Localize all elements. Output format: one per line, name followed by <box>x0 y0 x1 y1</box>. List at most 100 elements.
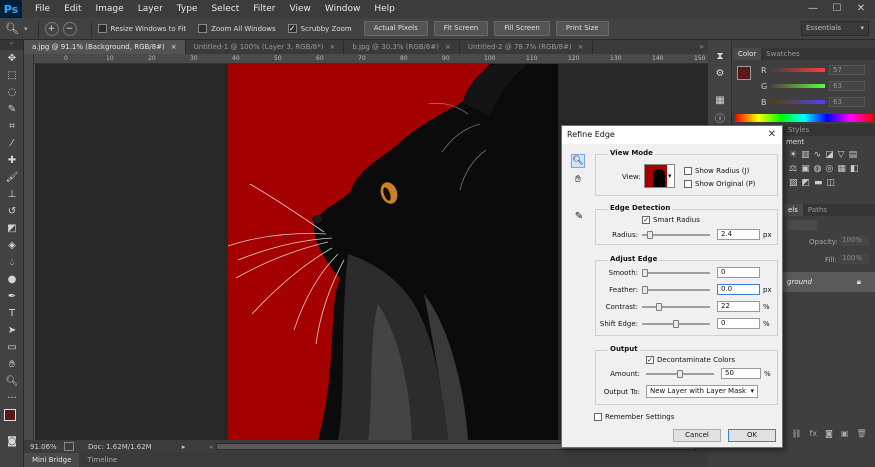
menu-window[interactable]: Window <box>318 0 368 18</box>
r-value[interactable]: 57 <box>829 65 865 75</box>
move-tool-icon[interactable]: ✥ <box>0 50 24 67</box>
amount-slider[interactable] <box>646 370 714 378</box>
mixer-icon[interactable]: ◎ <box>825 164 833 174</box>
bw-icon[interactable]: ▣ <box>801 164 810 174</box>
decontaminate-checkbox[interactable]: ✓ Decontaminate Colors <box>646 356 735 364</box>
color-spectrum[interactable] <box>735 114 873 122</box>
paint-bucket-tool-icon[interactable]: ◈ <box>0 237 24 254</box>
tab-swatches[interactable]: Swatches <box>761 48 804 60</box>
selective-color-icon[interactable]: ◫ <box>827 178 836 188</box>
b-value[interactable]: 63 <box>829 97 865 107</box>
close-icon[interactable]: × <box>578 40 584 54</box>
rectangle-tool-icon[interactable]: ▭ <box>0 339 24 356</box>
history-icon[interactable]: ⧗ <box>708 48 732 65</box>
view-mode-select[interactable]: ▾ <box>644 164 675 188</box>
workspace-select[interactable]: Essentials ▾ <box>801 21 869 36</box>
tab-document[interactable]: b.jpg @ 30.3% (RGB/8#) × <box>344 40 460 54</box>
eyedropper-tool-icon[interactable]: ⁄ <box>0 135 24 152</box>
tab-document[interactable]: Untitled-2 @ 78.7% (RGB/8#) × <box>460 40 593 54</box>
menu-filter[interactable]: Filter <box>246 0 282 18</box>
color-swatches[interactable] <box>0 407 23 433</box>
hue-icon[interactable]: ▤ <box>849 150 858 160</box>
g-value[interactable]: 63 <box>829 81 865 91</box>
smooth-slider[interactable] <box>642 269 710 277</box>
zoom-tool-icon[interactable]: 🔍︎ <box>0 373 24 390</box>
lookup-icon[interactable]: ▦ <box>837 164 846 174</box>
marquee-tool-icon[interactable]: ⬚ <box>0 67 24 84</box>
maximize-button[interactable]: ☐ <box>825 0 849 18</box>
horizontal-ruler[interactable]: 0 10 20 30 40 50 60 70 80 90 100 110 120 130 140 150 <box>34 54 708 64</box>
info-icon[interactable]: ⓘ <box>708 109 732 126</box>
zoom-in-icon[interactable]: + <box>44 21 59 36</box>
mini-bridge-tab[interactable]: Mini Bridge <box>24 453 80 467</box>
feather-field[interactable]: 0.0 <box>717 284 760 295</box>
smart-radius-checkbox[interactable]: ✓ Smart Radius <box>642 216 700 224</box>
hand-tool-icon[interactable]: ✋︎ <box>571 172 585 186</box>
tab-channels[interactable]: els <box>783 204 803 216</box>
print-size-button[interactable]: Print Size <box>555 21 609 36</box>
menu-layer[interactable]: Layer <box>131 0 170 18</box>
properties-icon[interactable]: ⚙︎ <box>708 65 732 82</box>
levels-icon[interactable]: ▥ <box>801 150 810 160</box>
scrubby-zoom-checkbox[interactable]: ✓ Scrubby Zoom <box>287 24 352 33</box>
color-balance-icon[interactable]: ⚖ <box>789 164 797 174</box>
curves-icon[interactable]: ∿ <box>814 150 822 160</box>
b-slider[interactable] <box>771 100 825 104</box>
clone-stamp-tool-icon[interactable]: ⊥ <box>0 186 24 203</box>
brush-presets-icon[interactable]: ▦ <box>708 92 732 109</box>
photo-filter-icon[interactable]: ◍ <box>814 164 822 174</box>
healing-brush-tool-icon[interactable]: ✚ <box>0 152 24 169</box>
status-menu-icon[interactable]: ▸ <box>182 443 186 451</box>
r-slider[interactable] <box>771 68 825 72</box>
slider-thumb[interactable] <box>677 370 683 378</box>
shift-edge-slider[interactable] <box>642 320 710 328</box>
zoom-out-icon[interactable]: − <box>62 21 77 36</box>
tab-styles[interactable]: Styles <box>783 124 814 136</box>
trash-icon[interactable]: 🗑︎ <box>856 429 866 438</box>
path-selection-tool-icon[interactable]: ➤ <box>0 322 24 339</box>
timeline-tab[interactable]: Timeline <box>79 453 125 467</box>
radius-field[interactable]: 2.4 <box>717 229 760 240</box>
pen-tool-icon[interactable]: ✒︎ <box>0 288 24 305</box>
cat-photo[interactable] <box>228 64 558 440</box>
brightness-icon[interactable]: ☀ <box>789 150 797 160</box>
scroll-left-icon[interactable]: ◂ <box>209 443 213 451</box>
exposure-icon[interactable]: ◪ <box>825 150 834 160</box>
opacity-field[interactable]: 100% <box>839 236 869 246</box>
foreground-swatch[interactable] <box>737 66 751 80</box>
amount-field[interactable]: 50 <box>721 368 761 379</box>
foreground-color[interactable] <box>4 409 16 421</box>
layer-row-background[interactable]: ground 🔒︎ <box>783 272 875 292</box>
output-to-select[interactable]: New Layer with Layer Mask ▾ <box>646 385 758 398</box>
tab-paths[interactable]: Paths <box>803 204 832 216</box>
fill-screen-button[interactable]: Fill Screen <box>494 21 550 36</box>
quick-selection-tool-icon[interactable]: ✎ <box>0 101 24 118</box>
zoom-tool-icon[interactable]: 🔍︎ <box>0 22 24 35</box>
menu-type[interactable]: Type <box>170 0 205 18</box>
close-icon[interactable]: × <box>445 40 451 54</box>
new-layer-icon[interactable]: ▣ <box>841 429 849 438</box>
slider-thumb[interactable] <box>642 286 648 294</box>
brush-tool-icon[interactable]: 🖌︎ <box>0 169 24 186</box>
slider-thumb[interactable] <box>647 231 653 239</box>
menu-view[interactable]: View <box>283 0 318 18</box>
type-tool-icon[interactable]: T <box>0 305 24 322</box>
cancel-button[interactable]: Cancel <box>673 429 721 442</box>
menu-help[interactable]: Help <box>367 0 402 18</box>
fit-screen-button[interactable]: Fit Screen <box>433 21 489 36</box>
menu-image[interactable]: Image <box>89 0 131 18</box>
slider-thumb[interactable] <box>642 269 648 277</box>
export-icon[interactable] <box>64 442 74 451</box>
slider-thumb[interactable] <box>656 303 662 311</box>
close-app-button[interactable]: ✕ <box>849 0 873 18</box>
posterize-icon[interactable]: ▨ <box>789 178 798 188</box>
dodge-tool-icon[interactable]: ● <box>0 271 24 288</box>
g-slider[interactable] <box>771 84 825 88</box>
tab-document[interactable]: Untitled-1 @ 100% (Layer 3, RGB/8*) × <box>186 40 345 54</box>
remember-settings-checkbox[interactable]: Remember Settings <box>594 413 674 421</box>
show-radius-checkbox[interactable]: Show Radius (J) <box>684 167 749 175</box>
link-icon[interactable]: ⛓︎ <box>791 429 801 438</box>
menu-select[interactable]: Select <box>204 0 246 18</box>
history-brush-tool-icon[interactable]: ↺ <box>0 203 24 220</box>
close-icon[interactable]: ✕ <box>768 126 776 144</box>
